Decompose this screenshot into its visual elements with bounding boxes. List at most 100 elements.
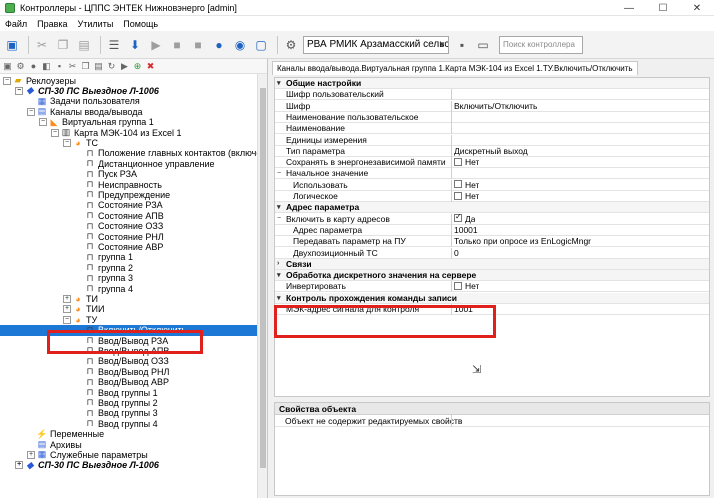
folder-open-icon[interactable]: ◧ (41, 61, 52, 72)
tree-item[interactable]: ⊓ Состояние РНЛ (0, 231, 163, 242)
collapse-icon[interactable]: ▾ (277, 79, 281, 87)
circle-icon[interactable]: ● (28, 61, 39, 72)
tree-item[interactable]: ⊓ Ввод/Вывод АВР (0, 377, 168, 388)
property-section[interactable]: ▾ Адрес параметра (275, 202, 709, 214)
collapse-icon[interactable]: − (51, 128, 59, 137)
tree-item[interactable]: ⊓ Состояние ОЗЗ (0, 221, 163, 232)
tree-item[interactable]: ⊓ Ввод группы 3 (0, 408, 157, 419)
collapse-icon[interactable]: ▾ (277, 203, 281, 211)
tree-item[interactable]: + ◆ СП-30 ПС Выездное Л-1006 (0, 460, 159, 471)
tree-item[interactable]: + ◕ ТИИ (0, 304, 104, 315)
tree-item[interactable]: ⊓ Ввод/Вывод РНЛ (0, 366, 169, 377)
tree-item[interactable]: ⊓ Пуск РЗА (0, 169, 137, 180)
menu-utilities[interactable]: Утилиты (78, 19, 114, 29)
paste-icon[interactable]: ▤ (93, 61, 104, 72)
settings-icon[interactable]: ⚙ (282, 36, 300, 54)
expand-icon[interactable]: + (27, 450, 35, 459)
play-icon[interactable]: ▶ (147, 36, 165, 54)
collapse-icon[interactable]: − (27, 107, 35, 116)
tree-item[interactable]: − ▰ Реклоузеры (0, 75, 76, 86)
expand-icon[interactable]: + (15, 461, 23, 470)
play-icon[interactable]: ▶ (119, 61, 130, 72)
collapse-icon[interactable]: ▾ (277, 271, 281, 279)
property-section[interactable]: ▾ Общие настройки (275, 78, 709, 89)
doc-icon[interactable]: ▢ (252, 36, 270, 54)
cut-icon[interactable]: ✂ (33, 36, 51, 54)
plus-icon[interactable]: ⊕ (132, 61, 143, 72)
tree-item[interactable]: ⊓ группа 4 (0, 283, 132, 294)
paste-icon[interactable]: ▤ (75, 36, 93, 54)
checkbox[interactable] (454, 282, 462, 291)
tree-item[interactable]: − ◣ Виртуальная группа 1 (0, 117, 154, 128)
property-value[interactable]: Нет (454, 157, 479, 167)
tree-item[interactable]: − ◕ ТС (0, 137, 98, 148)
property-section[interactable]: ▾ Обработка дискретного значения на серве… (275, 270, 709, 282)
tree-item[interactable]: ⊓ группа 1 (0, 252, 132, 263)
tab-properties[interactable]: Каналы ввода/вывода.Виртуальная группа 1… (272, 61, 638, 75)
minimize-button[interactable]: — (612, 0, 646, 16)
copy-icon[interactable]: ❐ (54, 36, 72, 54)
tree-scrollbar[interactable] (257, 74, 267, 498)
refresh-icon[interactable]: ↻ (106, 61, 117, 72)
copy-icon[interactable]: ❐ (80, 61, 91, 72)
checkbox[interactable] (454, 191, 462, 200)
property-value[interactable]: Нет (454, 191, 479, 201)
project-combo[interactable]: РВА РМИК Арзамасский сельск ▼ (303, 35, 449, 54)
stop-icon[interactable]: ■ (168, 36, 186, 54)
maximize-button[interactable]: ☐ (646, 0, 680, 16)
property-value[interactable]: 10001 (454, 225, 478, 235)
download-icon[interactable]: ⬇ (126, 36, 144, 54)
tree-item[interactable]: − ▥ Карта МЭК-104 из Excel 1 (0, 127, 181, 138)
tree-item[interactable]: ⊓ группа 2 (0, 262, 132, 273)
property-value[interactable]: Только при опросе из EnLogicMngr (454, 236, 591, 246)
property-section[interactable]: ▾ Контроль прохождения команды записи (275, 292, 709, 304)
terminal-icon[interactable]: ▪ (453, 36, 471, 54)
tree-item[interactable]: ⊓ Состояние РЗА (0, 200, 162, 211)
tree-item[interactable]: ⊓ Положение главных контактов (включен) (0, 148, 267, 159)
tree-item[interactable]: ▦ Задачи пользователя (0, 96, 140, 107)
tree-item[interactable]: ⊓ Ввод группы 1 (0, 387, 157, 398)
collapse-icon[interactable]: − (277, 215, 281, 222)
property-value[interactable]: Нет (454, 281, 479, 291)
property-value[interactable]: Дискретный выход (454, 146, 528, 156)
tree-item[interactable]: + ▦ Служебные параметры (0, 449, 148, 460)
collapse-icon[interactable]: − (39, 118, 47, 127)
property-value[interactable]: 0 (454, 248, 459, 258)
checkbox[interactable] (454, 157, 462, 166)
tree-item[interactable]: ⊓ Ввод/Вывод ОЗЗ (0, 356, 168, 367)
tree-item[interactable]: ⊓ Ввод группы 2 (0, 397, 157, 408)
gear-icon[interactable]: ⚙ (15, 61, 26, 72)
checkbox[interactable] (454, 180, 462, 189)
tree-item[interactable]: ⊓ группа 3 (0, 273, 132, 284)
monitor-icon[interactable]: ▭ (474, 36, 492, 54)
save-icon[interactable]: ▣ (3, 36, 21, 54)
collapse-icon[interactable]: − (277, 170, 281, 177)
pause-icon[interactable]: ■ (189, 36, 207, 54)
collapse-icon[interactable]: − (63, 315, 71, 324)
tree-item[interactable]: − ▤ Каналы ввода/вывода (0, 106, 142, 117)
property-value[interactable]: Да (454, 214, 475, 224)
tree-item[interactable]: ⊓ Неисправность (0, 179, 162, 190)
property-value[interactable]: Нет (454, 180, 479, 190)
property-value[interactable]: Включить/Отключить (454, 101, 537, 111)
cut-icon[interactable]: ✂ (67, 61, 78, 72)
tree-item[interactable]: + ◕ ТИ (0, 293, 98, 304)
tree-item[interactable]: − ◕ ТУ (0, 314, 97, 325)
delete-icon[interactable]: ✖ (145, 61, 156, 72)
menu-help[interactable]: Помощь (123, 19, 158, 29)
tree-item[interactable]: ⊓ Ввод группы 4 (0, 418, 157, 429)
tree-item[interactable]: ⊓ Состояние АПВ (0, 210, 163, 221)
expand-icon[interactable]: + (63, 305, 71, 314)
run-icon[interactable]: ◉ (231, 36, 249, 54)
collapse-icon[interactable]: ▾ (277, 294, 281, 302)
tree-item[interactable]: − ◆ СП-30 ПС Выездное Л-1006 (0, 85, 159, 96)
property-section[interactable]: › Связи (275, 258, 709, 270)
collapse-icon[interactable]: − (3, 76, 11, 85)
tree-item[interactable]: ⚡ Переменные (0, 429, 104, 440)
menu-file[interactable]: Файл (5, 19, 27, 29)
folder-icon[interactable]: ▣ (2, 61, 13, 72)
collapse-icon[interactable]: − (63, 138, 71, 147)
tree-item[interactable]: ▤ Архивы (0, 439, 82, 450)
checkbox[interactable] (454, 214, 462, 223)
tree-item[interactable]: ⊓ Предупреждение (0, 189, 170, 200)
